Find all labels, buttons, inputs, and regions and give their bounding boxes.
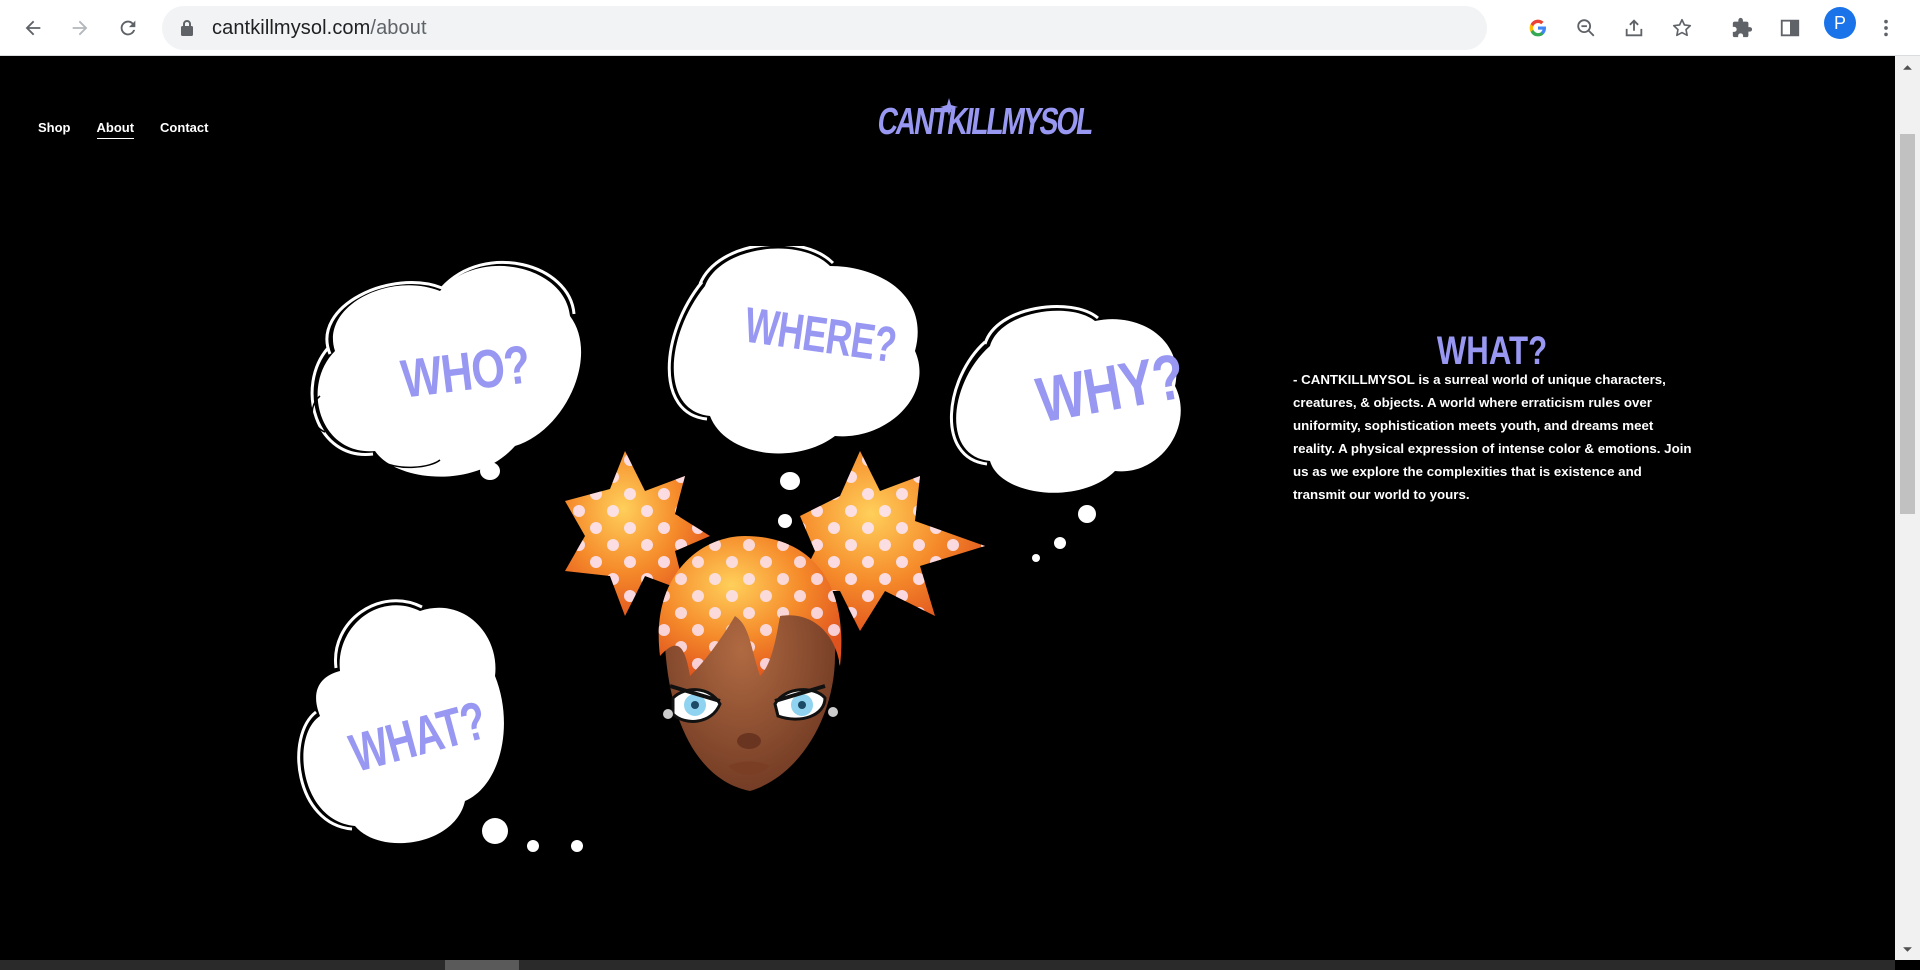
hero-artwork: WHO? WHERE? WHY? WHAT? xyxy=(280,246,1220,956)
scroll-down-icon[interactable] xyxy=(1902,944,1913,955)
reload-button[interactable] xyxy=(106,6,150,50)
horizontal-scroll-thumb[interactable] xyxy=(445,960,519,970)
extensions-button[interactable] xyxy=(1724,10,1760,46)
browser-menu-button[interactable] xyxy=(1868,10,1904,46)
nav-shop-link[interactable]: Shop xyxy=(38,120,71,139)
back-button[interactable] xyxy=(11,6,55,50)
vertical-scroll-thumb[interactable] xyxy=(1900,134,1915,514)
forward-button[interactable] xyxy=(58,6,102,50)
side-panel-button[interactable] xyxy=(1772,10,1808,46)
star-icon xyxy=(1672,18,1692,37)
share-icon xyxy=(1625,19,1643,37)
google-icon xyxy=(1529,19,1546,37)
character-illustration xyxy=(565,451,985,791)
bookmark-button[interactable] xyxy=(1667,13,1697,43)
reload-icon xyxy=(120,20,136,36)
where-bubble xyxy=(667,246,920,528)
about-page: Shop About Contact CANTKILLMYSOL WHO? WH… xyxy=(0,56,1895,960)
lock-icon xyxy=(181,20,193,36)
back-icon xyxy=(25,20,41,36)
extensions-icon xyxy=(1732,17,1753,38)
site-navigation: Shop About Contact xyxy=(38,120,208,139)
url-text: cantkillmysol.com/about xyxy=(212,17,427,40)
url-path: /about xyxy=(370,17,427,39)
nav-about-link[interactable]: About xyxy=(96,120,135,139)
zoom-out-icon xyxy=(1577,19,1595,37)
vertical-scrollbar[interactable] xyxy=(1895,56,1920,960)
horizontal-scrollbar[interactable] xyxy=(0,960,1895,970)
menu-icon xyxy=(1884,19,1888,37)
share-button[interactable] xyxy=(1619,13,1649,43)
about-description: - CANTKILLMYSOL is a surreal world of un… xyxy=(1293,372,1692,502)
logo-text: CANTKILLMYSOL xyxy=(875,100,1095,143)
scroll-up-icon[interactable] xyxy=(1902,62,1913,73)
profile-avatar[interactable]: P xyxy=(1824,7,1856,39)
google-lens-button[interactable] xyxy=(1523,13,1553,43)
zoom-button[interactable] xyxy=(1571,13,1601,43)
site-logo[interactable]: CANTKILLMYSOL xyxy=(875,96,1095,166)
forward-icon xyxy=(72,20,88,36)
url-domain: cantkillmysol.com xyxy=(212,17,371,39)
nav-contact-link[interactable]: Contact xyxy=(160,120,208,139)
side-panel-icon xyxy=(1780,19,1800,37)
browser-toolbar: cantkillmysol.com/about P xyxy=(0,0,1920,56)
address-bar[interactable]: cantkillmysol.com/about xyxy=(162,6,1692,50)
